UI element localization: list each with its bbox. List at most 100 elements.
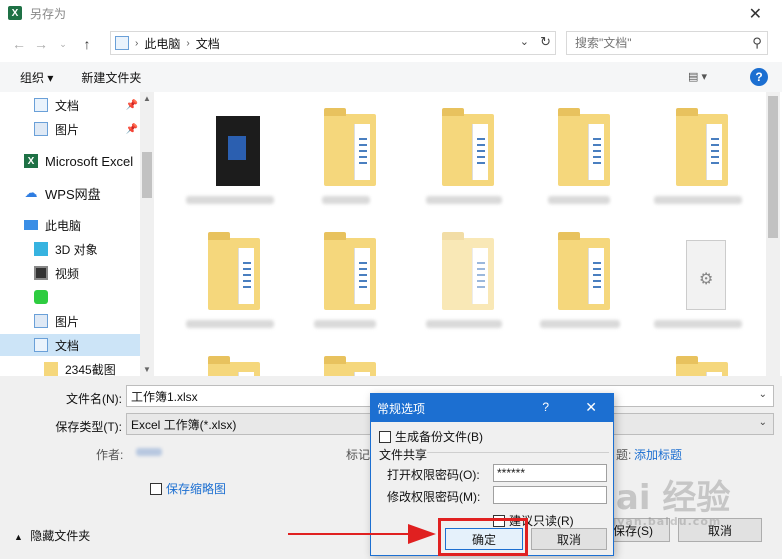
modify-password-input[interactable] bbox=[493, 486, 607, 504]
chevron-down-icon[interactable]: ⌄ bbox=[759, 389, 767, 400]
close-icon[interactable]: ✕ bbox=[585, 399, 597, 416]
add-title-link[interactable]: 添加标题 bbox=[634, 446, 682, 463]
baidu-watermark: Bai 经验 jingyan.baidu.com bbox=[590, 470, 770, 540]
folder-icon bbox=[324, 108, 376, 186]
document-icon bbox=[34, 98, 48, 112]
folder-icon bbox=[442, 108, 494, 186]
sidebar-item-label: WPS网盘 bbox=[45, 186, 101, 202]
sidebar-item-pictures-pinned[interactable]: 图片 📌 bbox=[0, 118, 140, 140]
chevron-up-icon: ▲ bbox=[14, 532, 23, 542]
sidebar-item-documents-pinned[interactable]: 文档 📌 bbox=[0, 94, 140, 116]
chevron-down-icon[interactable]: ⌄ bbox=[759, 417, 767, 428]
scrollbar-thumb[interactable] bbox=[768, 96, 778, 238]
red-arrow-icon bbox=[288, 524, 436, 544]
folder-tile[interactable] bbox=[296, 340, 396, 376]
filetype-value: Excel 工作簿(*.xlsx) bbox=[131, 417, 237, 432]
save-thumbnail-checkbox[interactable]: 保存缩略图 bbox=[150, 480, 226, 497]
folder-tile[interactable] bbox=[296, 216, 396, 336]
sidebar-item-label: 2345截图 bbox=[65, 362, 116, 377]
hide-folders-toggle[interactable]: ▲ 隐藏文件夹 bbox=[14, 527, 90, 544]
backup-checkbox[interactable]: 生成备份文件(B) bbox=[379, 428, 483, 445]
sidebar-item-this-pc[interactable]: 此电脑 bbox=[0, 214, 140, 236]
folder-icon bbox=[558, 108, 610, 186]
folder-icon bbox=[676, 356, 728, 376]
folder-icon bbox=[442, 232, 494, 310]
organize-menu[interactable]: 组织 ▾ bbox=[20, 69, 53, 86]
sidebar-item-documents[interactable]: 文档 bbox=[0, 334, 140, 356]
pin-icon: 📌 bbox=[125, 99, 138, 111]
folder-tile[interactable] bbox=[296, 92, 396, 212]
sidebar-item-app[interactable] bbox=[0, 286, 140, 308]
folder-icon bbox=[324, 356, 376, 376]
checkbox-icon[interactable] bbox=[150, 483, 162, 495]
chevron-right-icon[interactable]: › bbox=[186, 38, 189, 49]
author-label: 作者: bbox=[96, 448, 124, 462]
chevron-right-icon[interactable]: › bbox=[135, 38, 138, 49]
folder-icon bbox=[208, 232, 260, 310]
sidebar-item-microsoft-excel[interactable]: X Microsoft Excel bbox=[0, 150, 140, 172]
excel-icon: X bbox=[24, 154, 38, 168]
recent-dropdown-icon[interactable]: ⌄ bbox=[52, 33, 74, 55]
folder-tile[interactable] bbox=[648, 92, 748, 212]
sidebar-item-videos[interactable]: 视频 bbox=[0, 262, 140, 284]
sidebar-item-3d-objects[interactable]: 3D 对象 bbox=[0, 238, 140, 260]
blurred-filename bbox=[314, 320, 376, 328]
folder-tile[interactable] bbox=[180, 216, 280, 336]
sidebar-item-2345-screenshots[interactable]: 2345截图 bbox=[0, 358, 140, 376]
checkbox-icon[interactable] bbox=[379, 431, 391, 443]
blurred-filename bbox=[322, 196, 370, 204]
document-location-icon bbox=[115, 36, 129, 50]
video-icon bbox=[34, 266, 48, 280]
blurred-filename bbox=[426, 196, 502, 204]
refresh-icon[interactable]: ↻ bbox=[540, 34, 551, 50]
close-icon[interactable]: ✕ bbox=[749, 4, 762, 24]
file-tile[interactable] bbox=[648, 216, 748, 336]
search-box[interactable]: ⚲ bbox=[566, 31, 768, 55]
content-scrollbar[interactable] bbox=[766, 92, 780, 376]
title-bar: X 另存为 ✕ bbox=[0, 0, 782, 26]
scroll-up-icon[interactable]: ▲ bbox=[143, 94, 151, 103]
save-thumbnail-label: 保存缩略图 bbox=[166, 482, 227, 496]
picture-icon bbox=[34, 122, 48, 136]
sidebar-item-wps-cloud[interactable]: ☁ WPS网盘 bbox=[0, 182, 140, 204]
filename-label: 文件名(N): bbox=[66, 392, 122, 406]
computer-icon bbox=[24, 220, 38, 230]
folder-tile[interactable] bbox=[648, 340, 748, 376]
folder-tile[interactable] bbox=[414, 216, 514, 336]
folder-tile[interactable] bbox=[414, 92, 514, 212]
folder-icon bbox=[676, 108, 728, 186]
cloud-icon: ☁ bbox=[24, 185, 38, 200]
folder-tile[interactable] bbox=[530, 92, 630, 212]
address-bar[interactable]: › 此电脑 › 文档 ⌄ ↻ bbox=[110, 31, 556, 55]
back-arrow-icon[interactable]: ← bbox=[8, 33, 30, 55]
chevron-down-icon[interactable]: ⌄ bbox=[520, 35, 529, 48]
search-icon[interactable]: ⚲ bbox=[747, 35, 767, 51]
help-icon[interactable]: ? bbox=[750, 68, 768, 86]
breadcrumb-this-pc[interactable]: 此电脑 bbox=[144, 35, 180, 52]
up-arrow-icon[interactable]: ↑ bbox=[76, 33, 98, 55]
file-tile[interactable] bbox=[180, 92, 280, 212]
folder-icon bbox=[44, 362, 58, 376]
open-password-input[interactable]: ****** bbox=[493, 464, 607, 482]
view-options-icon[interactable]: ▤ ▾ bbox=[688, 70, 714, 84]
sidebar-item-label: 3D 对象 bbox=[55, 242, 98, 257]
folder-tile[interactable] bbox=[530, 216, 630, 336]
author-value-blurred[interactable] bbox=[136, 448, 162, 456]
sidebar-item-label: 文档 bbox=[55, 98, 80, 113]
new-folder-button[interactable]: 新建文件夹 bbox=[81, 69, 141, 86]
help-icon[interactable]: ? bbox=[542, 400, 549, 414]
sidebar-item-label: 文档 bbox=[55, 338, 80, 353]
dialog-cancel-button[interactable]: 取消 bbox=[531, 528, 607, 550]
search-input[interactable] bbox=[575, 36, 747, 50]
navigation-scrollbar[interactable]: ▲ ▼ bbox=[140, 92, 154, 376]
breadcrumb-documents[interactable]: 文档 bbox=[196, 35, 220, 52]
blurred-filename bbox=[540, 320, 620, 328]
forward-arrow-icon[interactable]: → bbox=[30, 33, 52, 55]
divider bbox=[427, 452, 609, 453]
scrollbar-thumb[interactable] bbox=[142, 152, 152, 198]
sidebar-item-label: Microsoft Excel bbox=[45, 153, 134, 169]
folder-tile[interactable] bbox=[180, 340, 280, 376]
sidebar-item-pictures[interactable]: 图片 bbox=[0, 310, 140, 332]
scroll-down-icon[interactable]: ▼ bbox=[143, 365, 151, 374]
dialog-title: 常规选项 bbox=[377, 401, 426, 416]
